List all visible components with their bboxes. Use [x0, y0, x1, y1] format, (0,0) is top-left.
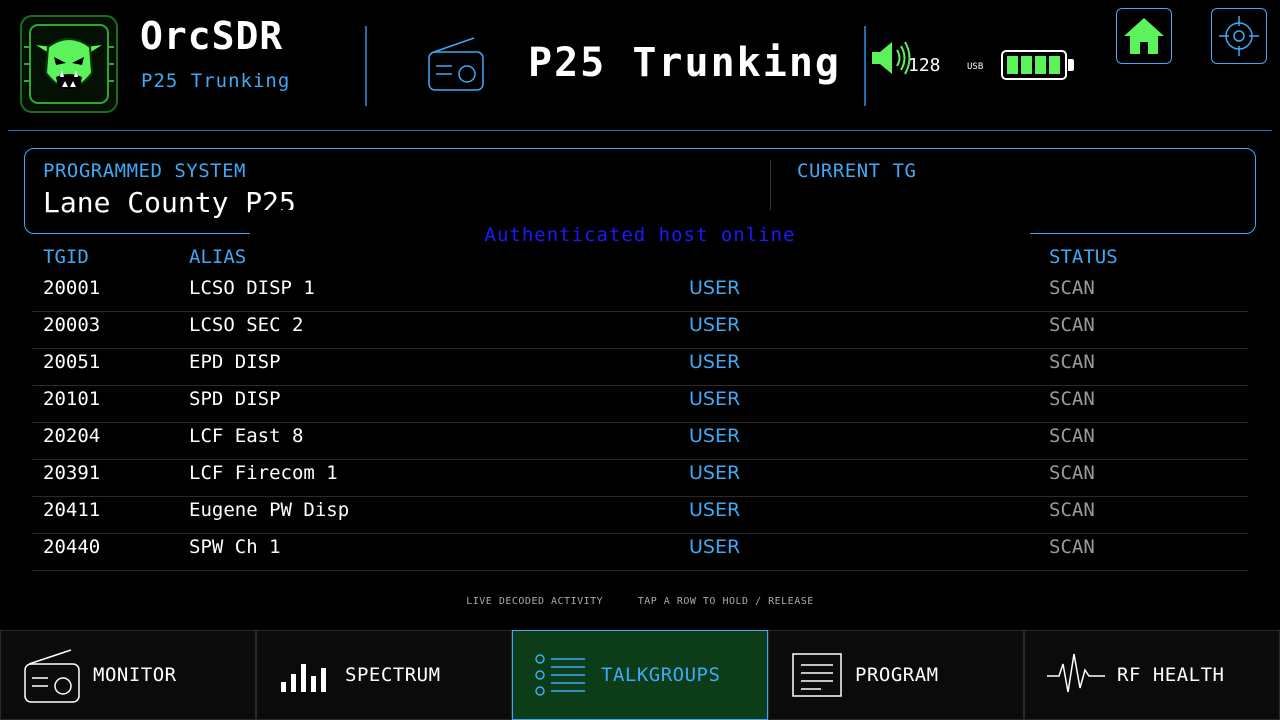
nav-program[interactable]: PROGRAM — [768, 630, 1024, 720]
toast-text: Authenticated host online — [484, 224, 796, 246]
nav-label: RF HEALTH — [1117, 664, 1225, 686]
hint-tap-row: TAP A ROW TO HOLD / RELEASE — [637, 596, 814, 607]
app-subtitle: P25 Trunking — [141, 70, 291, 92]
row-type: USER — [689, 536, 741, 558]
table-row[interactable]: 20411 Eugene PW Disp USER SCAN — [32, 496, 1248, 534]
table-row[interactable]: 20051 EPD DISP USER SCAN — [32, 348, 1248, 386]
table-row[interactable]: 20391 LCF Firecom 1 USER SCAN — [32, 459, 1248, 497]
row-type: USER — [689, 462, 741, 484]
row-status: SCAN — [1049, 351, 1095, 373]
document-icon — [792, 653, 842, 697]
row-tgid: 20101 — [43, 388, 101, 410]
radio-icon — [426, 34, 486, 94]
row-type: USER — [689, 277, 741, 299]
row-type: USER — [689, 499, 741, 521]
row-status: SCAN — [1049, 536, 1095, 558]
row-alias: LCF East 8 — [189, 425, 304, 447]
battery-cell — [1035, 56, 1046, 74]
app-title: OrcSDR — [140, 14, 284, 58]
radio-icon — [24, 649, 80, 703]
home-button[interactable] — [1116, 8, 1172, 64]
header-separator — [8, 130, 1272, 131]
col-header-alias: ALIAS — [189, 246, 247, 268]
row-tgid: 20391 — [43, 462, 101, 484]
nav-label: SPECTRUM — [345, 664, 441, 686]
volume-level: 128 — [908, 55, 941, 76]
row-tgid: 20003 — [43, 314, 101, 336]
home-icon — [1124, 18, 1164, 54]
row-tgid: 20051 — [43, 351, 101, 373]
table-row[interactable]: 20003 LCSO SEC 2 USER SCAN — [32, 311, 1248, 349]
toast-notification: Authenticated host online — [250, 210, 1030, 262]
row-status: SCAN — [1049, 277, 1095, 299]
battery-icon — [1001, 50, 1067, 80]
target-button[interactable] — [1211, 8, 1267, 64]
battery-cell — [1049, 56, 1060, 74]
row-alias: Eugene PW Disp — [189, 499, 350, 521]
battery-cap — [1068, 59, 1074, 71]
row-alias: LCF Firecom 1 — [189, 462, 338, 484]
row-tgid: 20204 — [43, 425, 101, 447]
usb-label: USB — [967, 62, 984, 72]
row-alias: LCSO DISP 1 — [189, 277, 315, 299]
table-row[interactable]: 20001 LCSO DISP 1 USER SCAN — [32, 274, 1248, 312]
header-divider — [365, 26, 367, 106]
row-status: SCAN — [1049, 314, 1095, 336]
nav-rf-health[interactable]: RF HEALTH — [1024, 630, 1280, 720]
battery-cell — [1007, 56, 1018, 74]
row-status: SCAN — [1049, 388, 1095, 410]
crosshair-icon — [1219, 16, 1259, 56]
pulse-icon — [1047, 653, 1105, 693]
row-alias: SPD DISP — [189, 388, 281, 410]
bars-icon — [281, 664, 326, 692]
row-status: SCAN — [1049, 499, 1095, 521]
speaker-icon[interactable] — [870, 40, 912, 76]
row-alias: SPW Ch 1 — [189, 536, 281, 558]
nav-label: PROGRAM — [855, 664, 939, 686]
list-icon — [535, 654, 585, 696]
header-divider-right — [864, 26, 866, 106]
panel-divider — [770, 160, 771, 210]
bottom-nav: MONITOR SPECTRUM TALKGROUPS PROGRAM RF H… — [0, 630, 1280, 720]
current-tg-label: CURRENT TG — [797, 160, 917, 182]
row-tgid: 20411 — [43, 499, 101, 521]
row-status: SCAN — [1049, 462, 1095, 484]
table-row[interactable]: 20101 SPD DISP USER SCAN — [32, 385, 1248, 423]
battery-cell — [1021, 56, 1032, 74]
col-header-tgid: TGID — [43, 246, 89, 268]
programmed-system-label: PROGRAMMED SYSTEM — [43, 160, 246, 182]
nav-spectrum[interactable]: SPECTRUM — [256, 630, 512, 720]
hint-live-activity: LIVE DECODED ACTIVITY — [466, 596, 604, 607]
row-type: USER — [689, 425, 741, 447]
nav-talkgroups[interactable]: TALKGROUPS — [512, 630, 768, 720]
table-row[interactable]: 20204 LCF East 8 USER SCAN — [32, 422, 1248, 460]
row-type: USER — [689, 314, 741, 336]
footer-hint: LIVE DECODED ACTIVITY TAP A ROW TO HOLD … — [0, 596, 1280, 607]
row-type: USER — [689, 388, 741, 410]
mode-title: P25 Trunking — [528, 40, 841, 86]
row-status: SCAN — [1049, 425, 1095, 447]
row-alias: LCSO SEC 2 — [189, 314, 304, 336]
row-alias: EPD DISP — [189, 351, 281, 373]
nav-label: MONITOR — [93, 664, 177, 686]
row-type: USER — [689, 351, 741, 373]
nav-label: TALKGROUPS — [601, 664, 721, 686]
row-tgid: 20001 — [43, 277, 101, 299]
col-header-status: STATUS — [1049, 246, 1118, 268]
row-tgid: 20440 — [43, 536, 101, 558]
table-row[interactable]: 20440 SPW Ch 1 USER SCAN — [32, 533, 1248, 571]
orc-logo — [20, 15, 118, 113]
nav-monitor[interactable]: MONITOR — [0, 630, 256, 720]
